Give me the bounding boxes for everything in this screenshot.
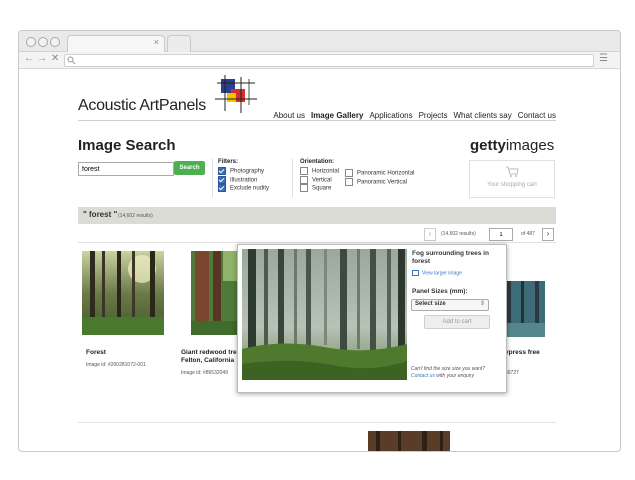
- minimize-window-dot[interactable]: [38, 37, 48, 47]
- checkbox[interactable]: [345, 169, 353, 177]
- orientation-divider: [292, 159, 293, 197]
- contact-us-link[interactable]: Contact us: [411, 373, 435, 379]
- checkbox-checked[interactable]: [218, 184, 226, 193]
- results-count: (14,602 results): [118, 213, 153, 219]
- nav-image-gallery[interactable]: Image Gallery: [311, 111, 363, 120]
- select-arrows-icon: ⇕: [479, 301, 485, 307]
- next-page-button[interactable]: ›: [542, 228, 554, 241]
- checkbox[interactable]: [300, 184, 308, 193]
- preview-image-foggy-forest[interactable]: [242, 249, 407, 380]
- nav-what-clients-say[interactable]: What clients say: [454, 111, 512, 120]
- orientation-vertical[interactable]: Vertical: [300, 175, 339, 185]
- enlarge-icon: [412, 270, 419, 276]
- prev-page-button[interactable]: ‹: [424, 228, 436, 241]
- orientation-group: Orientation: Horizontal Vertical Square: [300, 159, 339, 193]
- filter-exclude-nudity[interactable]: Exclude nudity: [218, 184, 269, 193]
- view-larger-link[interactable]: View larger image: [412, 270, 462, 276]
- search-icon: [67, 56, 76, 65]
- panel-size-select[interactable]: Select size ⇕: [411, 299, 489, 311]
- image-preview-popup: Fog surrounding trees in forest View lar…: [237, 244, 507, 393]
- back-arrow-icon[interactable]: ←: [24, 53, 34, 64]
- orientation-label: Orientation:: [300, 159, 334, 165]
- preview-title: Fog surrounding trees in forest: [412, 250, 489, 265]
- site-logo-text[interactable]: Acoustic ArtPanels: [78, 97, 206, 115]
- address-bar[interactable]: [64, 54, 594, 67]
- nav-applications[interactable]: Applications: [369, 111, 412, 120]
- page-title: Image Search: [78, 137, 176, 154]
- close-window-dot[interactable]: [26, 37, 36, 47]
- checkbox[interactable]: [345, 177, 353, 186]
- filters-group: Filters: Photography Illustration Exclud…: [218, 159, 269, 193]
- result-thumbnail-forest[interactable]: [82, 251, 164, 335]
- tab-close-icon[interactable]: ×: [154, 37, 159, 47]
- checkbox[interactable]: [300, 167, 308, 175]
- filter-photography[interactable]: Photography: [218, 167, 269, 176]
- checkbox[interactable]: [300, 175, 308, 184]
- filter-illustration[interactable]: Illustration: [218, 175, 269, 185]
- forward-arrow-icon[interactable]: →: [37, 53, 47, 64]
- result-image-id: 39727: [505, 370, 519, 376]
- cart-label: Your shopping cart: [487, 182, 537, 188]
- result-title[interactable]: Forest: [86, 349, 106, 356]
- checkbox-checked[interactable]: [218, 167, 226, 175]
- checkbox-checked[interactable]: [218, 175, 226, 184]
- page-total: of 487: [521, 231, 535, 237]
- new-tab-button[interactable]: [167, 35, 191, 52]
- panel-sizes-label: Panel Sizes (mm):: [412, 288, 468, 295]
- nav-projects[interactable]: Projects: [419, 111, 448, 120]
- header-divider: [78, 120, 556, 121]
- results-divider: [78, 242, 556, 243]
- stop-icon[interactable]: ✕: [51, 53, 59, 64]
- orientation-group-2: Panoramic Horizontal Panoramic Vertical: [345, 169, 414, 186]
- footer-rest: with your enquiry: [434, 373, 475, 379]
- site-logo-mark[interactable]: [215, 75, 257, 113]
- orientation-horizontal[interactable]: Horizontal: [300, 167, 339, 176]
- orientation-panoramic-vertical[interactable]: Panoramic Vertical: [345, 177, 414, 187]
- results-query: " forest ": [83, 210, 118, 219]
- search-button[interactable]: Search: [174, 161, 205, 175]
- filters-label: Filters:: [218, 159, 239, 165]
- menu-icon[interactable]: ☰: [599, 53, 608, 64]
- row-divider: [78, 422, 556, 423]
- result-thumbnail-redwood[interactable]: [191, 251, 239, 335]
- page-number-input[interactable]: [489, 228, 513, 241]
- result-title-line2: Felton, California: [181, 357, 235, 364]
- zoom-window-dot[interactable]: [50, 37, 60, 47]
- search-input[interactable]: [78, 162, 174, 176]
- shopping-cart[interactable]: Your shopping cart: [469, 160, 555, 198]
- results-bar: " forest " (14,602 results): [78, 207, 556, 224]
- orientation-square[interactable]: Square: [300, 184, 339, 193]
- add-to-cart-button[interactable]: Add to cart: [424, 315, 490, 329]
- result-image-id: Image id: #200281072-001: [86, 362, 146, 368]
- result-title[interactable]: ypress free: [505, 349, 540, 356]
- browser-titlebar: ×: [19, 31, 620, 52]
- orientation-panoramic-horizontal[interactable]: Panoramic Horizontal: [345, 169, 414, 178]
- popup-footer: Can't find the size size you want? Conta…: [411, 366, 503, 380]
- result-title[interactable]: Giant redwood tre: [181, 349, 237, 356]
- select-value: Select size: [415, 301, 446, 307]
- browser-toolbar: ← → ✕ ☰: [19, 52, 620, 69]
- nav-contact-us[interactable]: Contact us: [518, 111, 556, 120]
- footer-question: Can't find the size size you want?: [411, 366, 486, 372]
- filters-divider: [212, 159, 213, 197]
- pagination-count: (14,602 results): [441, 231, 476, 237]
- getty-images-logo: gettyimages: [470, 137, 555, 154]
- nav-about-us[interactable]: About us: [273, 111, 305, 120]
- cart-icon: [506, 166, 519, 177]
- browser-tab[interactable]: ×: [67, 35, 165, 52]
- result-image-id: Image id: #86532049: [181, 370, 228, 376]
- result-thumbnail-partial[interactable]: [368, 431, 450, 451]
- browser-window: × ← → ✕ ☰ Acoustic ArtPanels About us Ima…: [18, 30, 621, 452]
